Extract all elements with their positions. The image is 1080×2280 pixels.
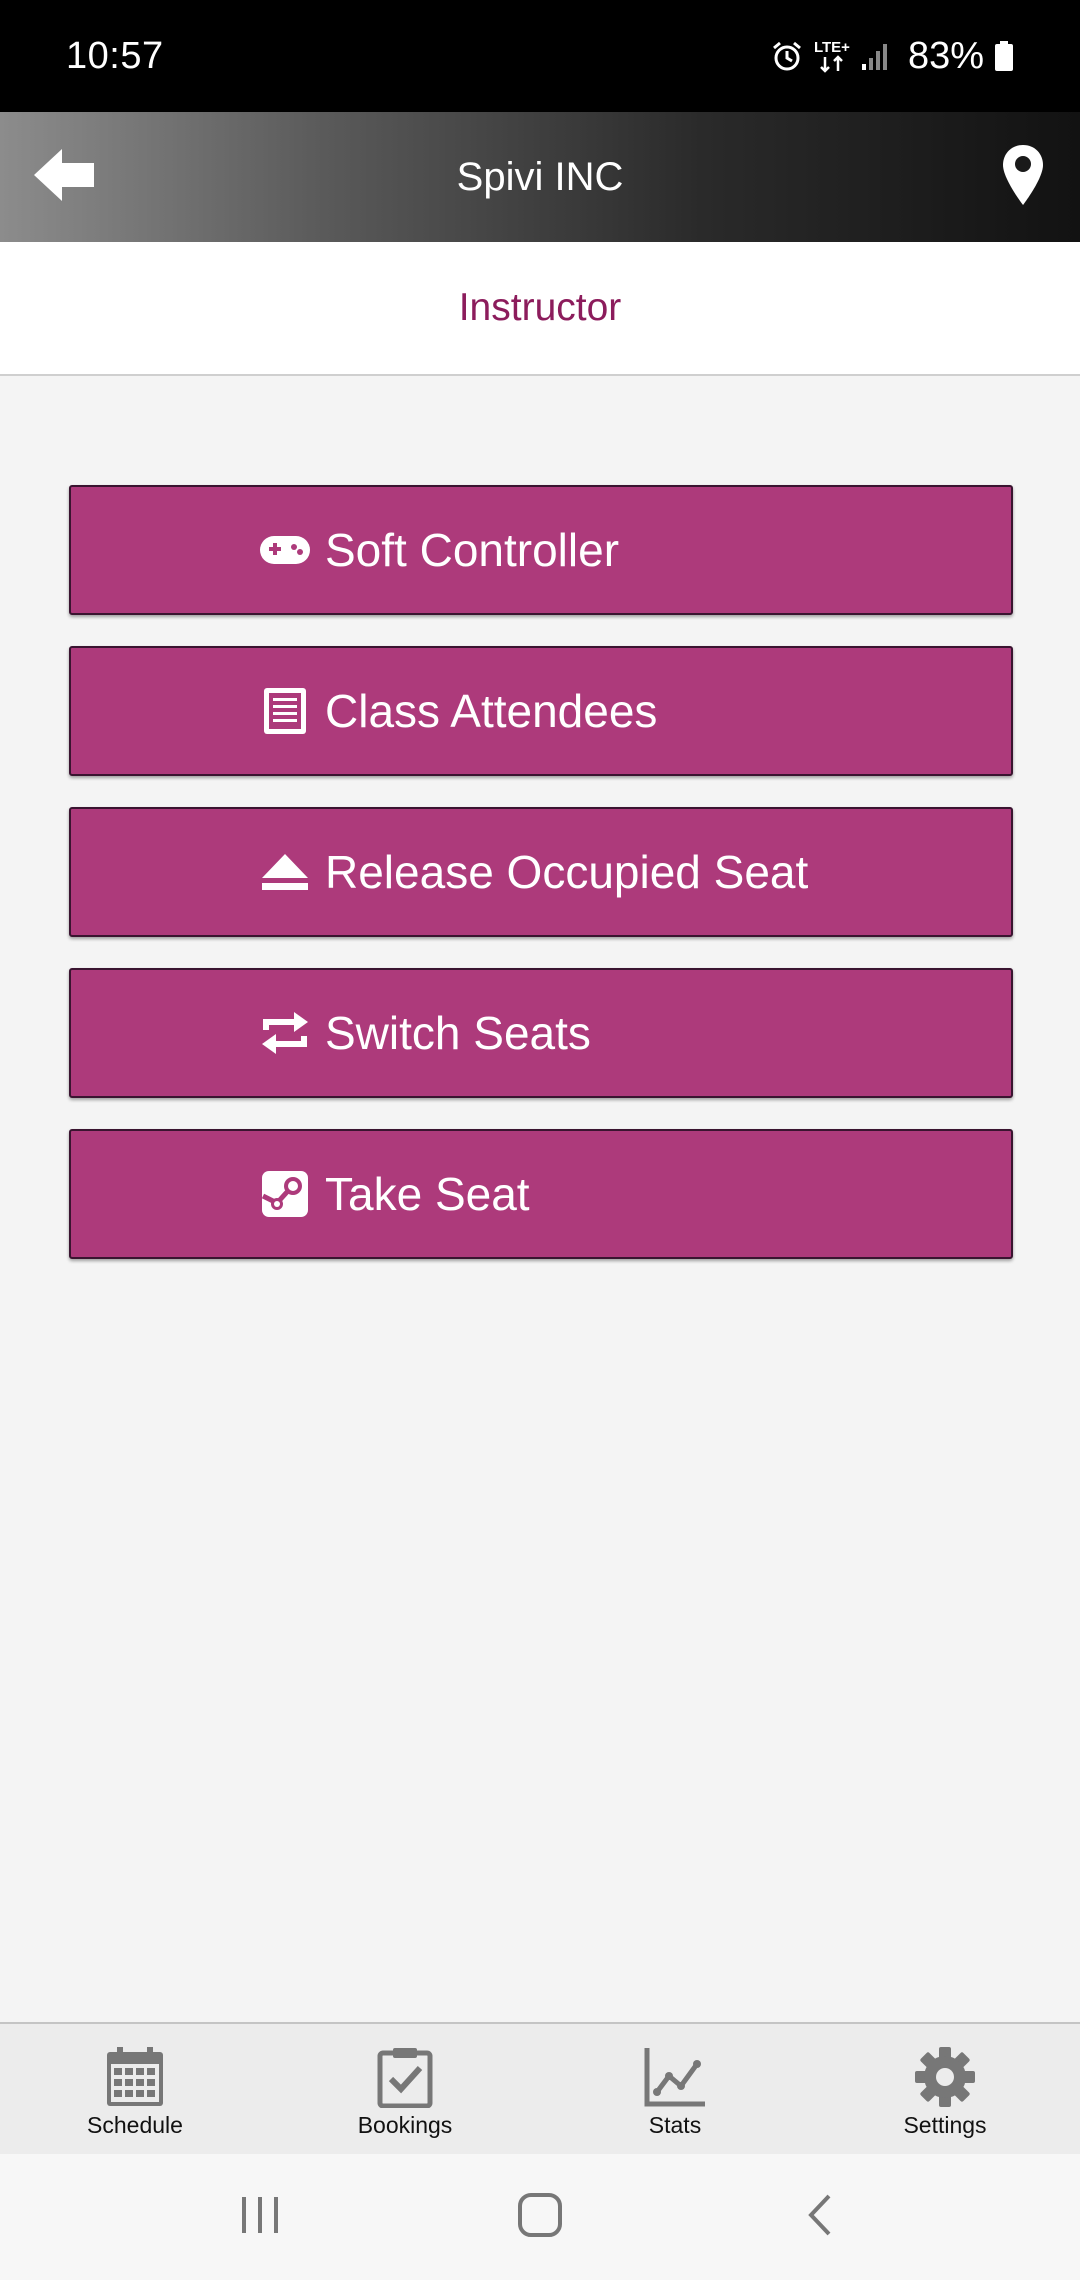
status-time: 10:57 [66,34,164,77]
button-label: Release Occupied Seat [325,846,809,898]
steam-icon [259,1168,311,1220]
button-label: Switch Seats [325,1007,591,1059]
section-title: Instructor [458,286,622,329]
home-button[interactable] [495,2172,585,2262]
battery-percent: 83% [907,34,984,77]
tab-schedule[interactable]: Schedule [0,2024,270,2154]
signal-icon [860,40,892,72]
location-button[interactable] [990,134,1056,220]
tab-stats[interactable]: Stats [540,2024,810,2154]
tab-label: Bookings [357,2112,453,2138]
system-nav-bar [0,2154,1080,2280]
tab-label: Settings [903,2112,987,2138]
home-icon [517,2192,563,2243]
gamepad-icon [259,524,311,576]
status-icons: LTE+ 83% [770,35,1014,78]
tab-label: Stats [648,2112,702,2138]
map-pin-icon [1001,143,1045,212]
tab-settings[interactable]: Settings [810,2024,1080,2154]
gear-icon [912,2044,978,2110]
back-button[interactable] [24,134,104,220]
sub-header: Instructor [0,242,1080,376]
lte-icon: LTE+ [814,40,850,73]
tab-label: Schedule [87,2112,183,2138]
release-occupied-seat-button[interactable]: Release Occupied Seat [69,807,1013,937]
network-label: LTE+ [813,38,850,56]
button-label: Soft Controller [325,524,620,576]
arrow-left-icon [32,145,96,210]
eject-icon [259,846,311,898]
status-bar: 10:57 LTE+ 83% [0,0,1080,112]
line-chart-icon [642,2044,708,2110]
calendar-icon [102,2044,168,2110]
class-attendees-button[interactable]: Class Attendees [69,646,1013,776]
list-document-icon [259,685,311,737]
system-back-button[interactable] [775,2172,865,2262]
instructor-menu: Soft Controller Class Attendees Release … [69,485,1013,1290]
app-header: Spivi INC [0,112,1080,242]
button-label: Class Attendees [325,685,658,737]
bottom-tab-bar: Schedule Bookings Stats Settings [0,2022,1080,2154]
battery-icon [994,40,1014,72]
swap-arrows-icon [259,1007,311,1059]
button-label: Take Seat [325,1168,530,1220]
recent-apps-button[interactable] [215,2172,305,2262]
header-title: Spivi INC [456,154,624,199]
switch-seats-button[interactable]: Switch Seats [69,968,1013,1098]
chevron-left-icon [805,2192,835,2243]
alarm-icon [770,39,804,73]
take-seat-button[interactable]: Take Seat [69,1129,1013,1259]
recent-apps-icon [238,2195,282,2240]
tab-bookings[interactable]: Bookings [270,2024,540,2154]
soft-controller-button[interactable]: Soft Controller [69,485,1013,615]
clipboard-check-icon [372,2044,438,2110]
